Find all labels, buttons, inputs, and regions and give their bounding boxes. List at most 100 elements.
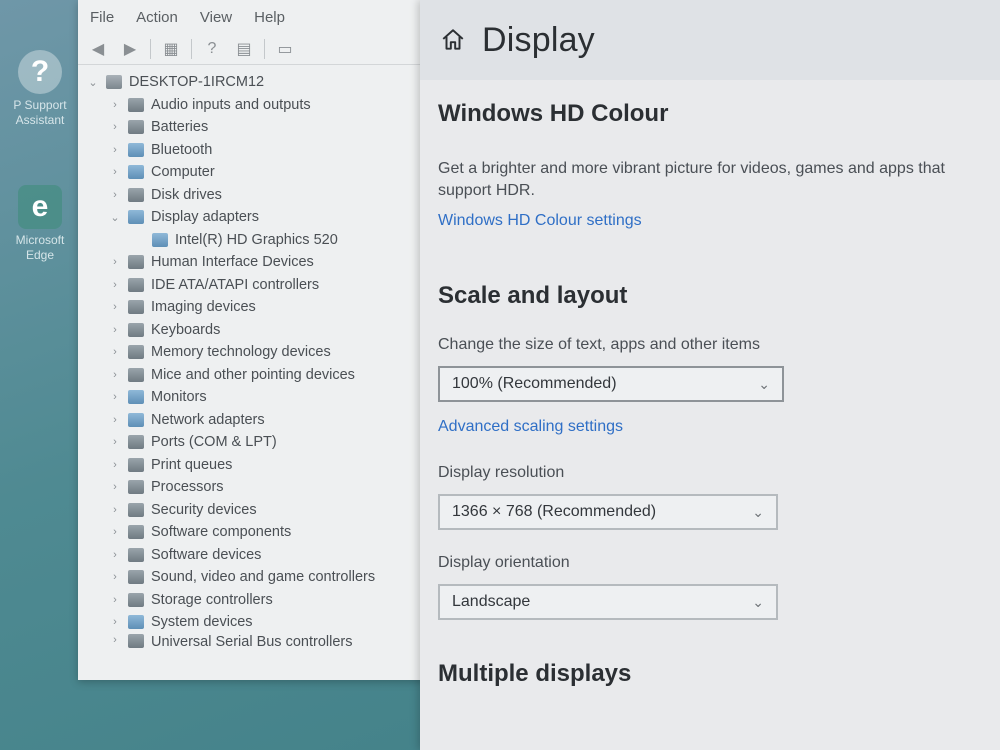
chevron-right-icon[interactable]: › [108,256,122,268]
computer-icon [106,75,122,90]
tree-item-label: Print queues [151,456,233,473]
resolution-dropdown[interactable]: 1366 × 768 (Recommended) ⌄ [438,494,778,530]
usb-icon [128,633,144,648]
tree-item-mice[interactable]: › Mice and other pointing devices [86,364,424,387]
tree-item-sound[interactable]: › Sound, video and game controllers [86,566,424,589]
chevron-right-icon[interactable]: › [108,414,122,426]
hdr-description: Get a brighter and more vibrant picture … [438,160,945,199]
tree-item-software-components[interactable]: › Software components [86,521,424,544]
chevron-right-icon[interactable]: › [108,436,122,448]
tree-item-label: Disk drives [151,186,222,203]
tree-item-system[interactable]: › System devices [86,611,424,634]
chevron-right-icon[interactable]: › [108,634,122,646]
tree-item-computer[interactable]: › Computer [86,161,424,184]
orientation-dropdown-value: Landscape [452,593,531,610]
tree-item-intel-graphics[interactable]: Intel(R) HD Graphics 520 [86,229,424,252]
tree-item-batteries[interactable]: › Batteries [86,116,424,139]
tree-item-security[interactable]: › Security devices [86,499,424,522]
display-settings-content: Windows HD Colour Get a brighter and mor… [420,80,1000,688]
desktop-icon-support-assistant[interactable]: ? P Support Assistant [0,50,80,128]
chevron-right-icon[interactable]: › [108,144,122,156]
forward-arrow-icon[interactable]: ▶ [118,38,142,60]
port-icon [128,435,144,450]
chevron-right-icon[interactable]: › [108,526,122,538]
chevron-down-icon[interactable]: ⌄ [86,76,100,89]
tree-root[interactable]: ⌄ DESKTOP-1IRCM12 [86,71,424,94]
settings-header: Display [420,0,1000,80]
tree-item-label: Network adapters [151,411,265,428]
desktop-icon-label: Microsoft [15,233,65,247]
tree-item-label: IDE ATA/ATAPI controllers [151,276,320,293]
tree-item-keyboards[interactable]: › Keyboards [86,319,424,342]
hdr-section-title: Windows HD Colour [438,100,669,127]
tree-item-imaging[interactable]: › Imaging devices [86,296,424,319]
tree-item-label: System devices [151,614,253,631]
back-arrow-icon[interactable]: ◀ [86,38,110,60]
printer-icon [128,457,144,472]
display-adapter-icon [152,232,168,247]
chevron-right-icon[interactable]: › [108,549,122,561]
advanced-scaling-link[interactable]: Advanced scaling settings [438,418,1000,436]
tree-item-ports[interactable]: › Ports (COM & LPT) [86,431,424,454]
help-icon[interactable]: ? [200,38,224,60]
tree-item-memory[interactable]: › Memory technology devices [86,341,424,364]
chevron-right-icon[interactable]: › [108,481,122,493]
tree-item-software-devices[interactable]: › Software devices [86,544,424,567]
home-icon[interactable] [440,27,466,53]
menu-action[interactable]: Action [136,9,178,26]
processor-icon [128,480,144,495]
chevron-right-icon[interactable]: › [108,189,122,201]
chevron-right-icon[interactable]: › [108,594,122,606]
chevron-right-icon[interactable]: › [108,504,122,516]
chevron-right-icon[interactable]: › [108,324,122,336]
tree-item-disk-drives[interactable]: › Disk drives [86,184,424,207]
chevron-right-icon[interactable]: › [108,121,122,133]
resolution-dropdown-value: 1366 × 768 (Recommended) [452,503,657,520]
speaker-icon [128,570,144,585]
hid-icon [128,255,144,270]
menu-help[interactable]: Help [254,9,285,26]
storage-icon [128,592,144,607]
bluetooth-icon [128,142,144,157]
chevron-right-icon[interactable]: › [108,616,122,628]
menu-file[interactable]: File [90,9,114,26]
tree-item-label: Processors [151,479,224,496]
tree-item-label: Human Interface Devices [151,254,314,271]
question-icon: ? [18,50,62,94]
tree-item-display-adapters[interactable]: ⌄ Display adapters [86,206,424,229]
chevron-right-icon[interactable]: › [108,369,122,381]
tree-item-audio[interactable]: › Audio inputs and outputs [86,94,424,117]
orientation-dropdown[interactable]: Landscape ⌄ [438,584,778,620]
chevron-right-icon[interactable]: › [108,166,122,178]
desktop-icon-label: Assistant [15,113,65,127]
chevron-right-icon[interactable]: › [108,279,122,291]
menu-view[interactable]: View [200,9,232,26]
tree-item-hid[interactable]: › Human Interface Devices [86,251,424,274]
chevron-down-icon[interactable]: ⌄ [108,211,122,224]
hdr-settings-link[interactable]: Windows HD Colour settings [438,212,1000,230]
chevron-right-icon[interactable]: › [108,459,122,471]
view-icon[interactable]: ▤ [232,38,256,60]
chevron-right-icon[interactable]: › [108,571,122,583]
camera-icon [128,300,144,315]
tree-item-bluetooth[interactable]: › Bluetooth [86,139,424,162]
scale-dropdown[interactable]: 100% (Recommended) ⌄ [438,366,784,402]
tree-item-label: Computer [151,164,215,181]
tree-item-storage[interactable]: › Storage controllers [86,589,424,612]
tree-item-processors[interactable]: › Processors [86,476,424,499]
tree-item-network[interactable]: › Network adapters [86,409,424,432]
chevron-right-icon[interactable]: › [108,346,122,358]
tree-item-usb[interactable]: › Universal Serial Bus controllers [86,633,424,648]
tree-item-label: Universal Serial Bus controllers [151,633,353,648]
monitor-icon[interactable]: ▭ [273,38,297,60]
chevron-right-icon[interactable]: › [108,301,122,313]
tree-item-monitors[interactable]: › Monitors [86,386,424,409]
menu-bar: File Action View Help [78,0,424,34]
desktop-icon-edge[interactable]: e Microsoft Edge [0,185,80,263]
keyboard-icon [128,322,144,337]
tree-item-ide[interactable]: › IDE ATA/ATAPI controllers [86,274,424,297]
properties-icon[interactable]: ▦ [159,38,183,60]
tree-item-print-queues[interactable]: › Print queues [86,454,424,477]
chevron-right-icon[interactable]: › [108,99,122,111]
chevron-right-icon[interactable]: › [108,391,122,403]
